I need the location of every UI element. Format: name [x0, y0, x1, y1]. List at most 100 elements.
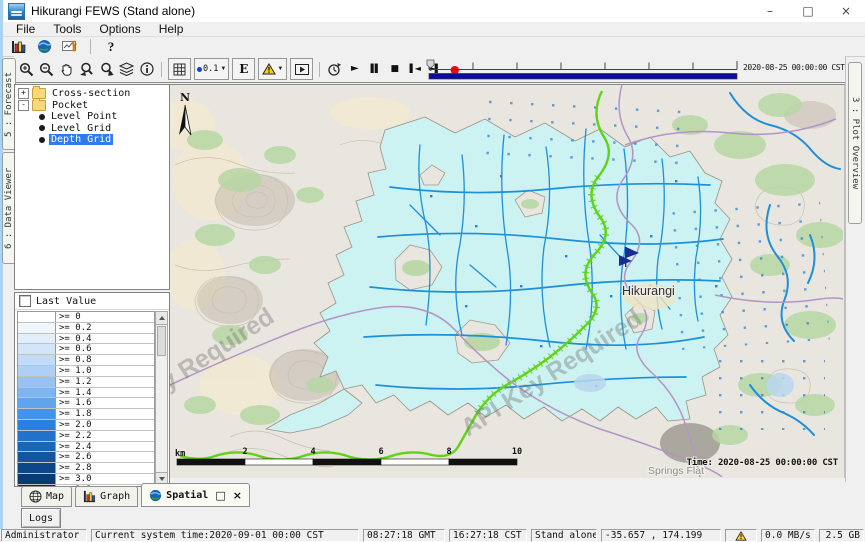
toolbar-separator [161, 62, 162, 77]
status-system-time: Current system time:2020-09-01 00:00 CST [91, 529, 359, 542]
layers-icon[interactable] [118, 60, 135, 78]
map-canvas[interactable]: Hikurangi Springs Flat API Key Required … [170, 84, 845, 478]
last-value-checkbox[interactable] [19, 295, 31, 307]
legend-row: >= 2.6 [18, 452, 154, 463]
maximize-button[interactable]: □ [789, 0, 827, 22]
play-button[interactable]: ► [346, 60, 363, 78]
main-toolbar: ? [3, 37, 865, 57]
timeline-slider[interactable] [425, 58, 741, 81]
legend-row: >= 1.8 [18, 409, 154, 420]
logs-button[interactable]: Logs [21, 508, 61, 528]
panel-maximize-icon[interactable]: □ [215, 489, 225, 502]
layer-node-icon [39, 137, 45, 143]
label-tool-button[interactable]: E [232, 58, 255, 80]
tree-item-label[interactable]: Level Point [49, 111, 119, 122]
legend-swatch [18, 366, 56, 376]
legend-row: >= 1.2 [18, 377, 154, 388]
tree-item-label[interactable]: Cross-section [50, 88, 132, 99]
right-dock: 3 : Plot Overview [845, 56, 865, 482]
info-icon[interactable] [138, 60, 155, 78]
grid-display-button[interactable] [168, 58, 191, 80]
menu-options[interactable]: Options [90, 22, 149, 36]
warning-icon [735, 531, 747, 541]
folder-icon [32, 100, 46, 111]
expand-icon[interactable]: + [18, 88, 29, 99]
legend-panel: Last Value >= 0>= 0.2>= 0.4>= 0.6>= 0.8>… [14, 292, 170, 487]
legend-swatch [18, 431, 56, 441]
legend-swatch [18, 463, 56, 473]
pan-hand-icon[interactable] [58, 60, 75, 78]
north-label: N [180, 91, 190, 104]
legend-label: >= 2.8 [56, 463, 92, 473]
close-button[interactable]: × [827, 0, 865, 22]
legend-label: >= 0 [56, 312, 81, 322]
tree-item-pocket[interactable]: - Pocket [18, 100, 169, 112]
layer-node-icon [39, 125, 45, 131]
tree-item-label-selected[interactable]: Depth Grid [49, 134, 113, 145]
tab-graph[interactable]: Graph [75, 486, 138, 507]
tree-item-label[interactable]: Pocket [50, 100, 90, 111]
legend-row: >= 0 [18, 312, 154, 323]
zoom-in-icon[interactable] [18, 60, 35, 78]
pause-button[interactable]: ▌▌ [366, 60, 383, 78]
scale-tick: 10 [512, 447, 522, 457]
globe-icon [149, 489, 162, 502]
app-logo-icon [8, 3, 25, 20]
legend-row: >= 2.2 [18, 431, 154, 442]
export-movie-button[interactable] [290, 58, 313, 80]
tree-item-level-point[interactable]: Level Point [39, 111, 169, 123]
help-icon[interactable]: ? [102, 39, 120, 55]
thresholds-dropdown[interactable]: ▼ [258, 58, 287, 80]
zoom-out-icon[interactable] [38, 60, 55, 78]
legend-swatch [18, 388, 56, 398]
minimize-button[interactable]: – [751, 0, 789, 22]
tree-item-level-grid[interactable]: Level Grid [39, 123, 169, 135]
animation-settings-icon[interactable] [326, 60, 343, 78]
dock-tab-plot-overview[interactable]: 3 : Plot Overview [848, 62, 862, 224]
tab-spatial[interactable]: Spatial □ × [141, 483, 250, 507]
tab-label: Spatial [166, 490, 208, 501]
legend-label: >= 0.2 [56, 323, 92, 333]
zoom-previous-icon[interactable] [78, 60, 95, 78]
menu-help[interactable]: Help [150, 22, 193, 36]
status-warning[interactable] [725, 529, 757, 542]
tree-item-depth-grid[interactable]: Depth Grid [39, 134, 169, 146]
spatial-layer-tree-panel: + Cross-section - Pocket Level Point Lev… [14, 84, 170, 290]
legend-title: Last Value [36, 296, 96, 307]
status-gmt-time: 08:27:18 GMT [363, 529, 445, 542]
zoom-next-icon[interactable] [98, 60, 115, 78]
legend-scrollbar[interactable] [155, 311, 168, 486]
legend-swatch [18, 409, 56, 419]
legend-swatch [18, 355, 56, 365]
status-coordinates: -35.657 , 174.199 [601, 529, 721, 542]
legend-row: >= 1.4 [18, 388, 154, 399]
map-time-label: Time: 2020-08-25 00:00:00 CST [687, 457, 839, 468]
precision-value: 0.1 [203, 64, 218, 74]
legend-swatch [18, 452, 56, 462]
timeline-thumb[interactable] [427, 60, 434, 68]
toolbar-separator [319, 62, 320, 77]
timeline-ticks [429, 61, 737, 70]
database-explorer-icon[interactable] [9, 39, 27, 55]
collapse-icon[interactable]: - [18, 100, 29, 111]
legend-label: >= 2.6 [56, 452, 92, 462]
scrollbar-thumb[interactable] [157, 326, 166, 356]
legend-swatch [18, 344, 56, 354]
stop-button[interactable]: ■ [386, 60, 403, 78]
menu-file[interactable]: File [7, 22, 44, 36]
tree-item-label[interactable]: Level Grid [49, 123, 113, 134]
panel-close-icon[interactable]: × [233, 489, 242, 502]
scroll-up-icon[interactable] [156, 312, 167, 325]
legend-label: >= 1.0 [56, 366, 92, 376]
spatial-display-icon[interactable] [35, 39, 53, 55]
decimal-precision-dropdown[interactable]: 0.1 ▼ [194, 58, 229, 80]
menu-tools[interactable]: Tools [44, 22, 90, 36]
tab-map[interactable]: Map [21, 486, 72, 507]
legend-label: >= 1.6 [56, 398, 92, 408]
step-to-begin-button[interactable]: ▌◄ [406, 60, 423, 78]
panel-tab-bar: Map Graph Spatial □ × [3, 483, 865, 507]
timeseries-dialog-icon[interactable] [61, 39, 79, 55]
chevron-down-icon: ▼ [220, 66, 226, 72]
status-memory: 2.5 GB [819, 529, 864, 542]
tree-item-cross-section[interactable]: + Cross-section [18, 88, 169, 100]
